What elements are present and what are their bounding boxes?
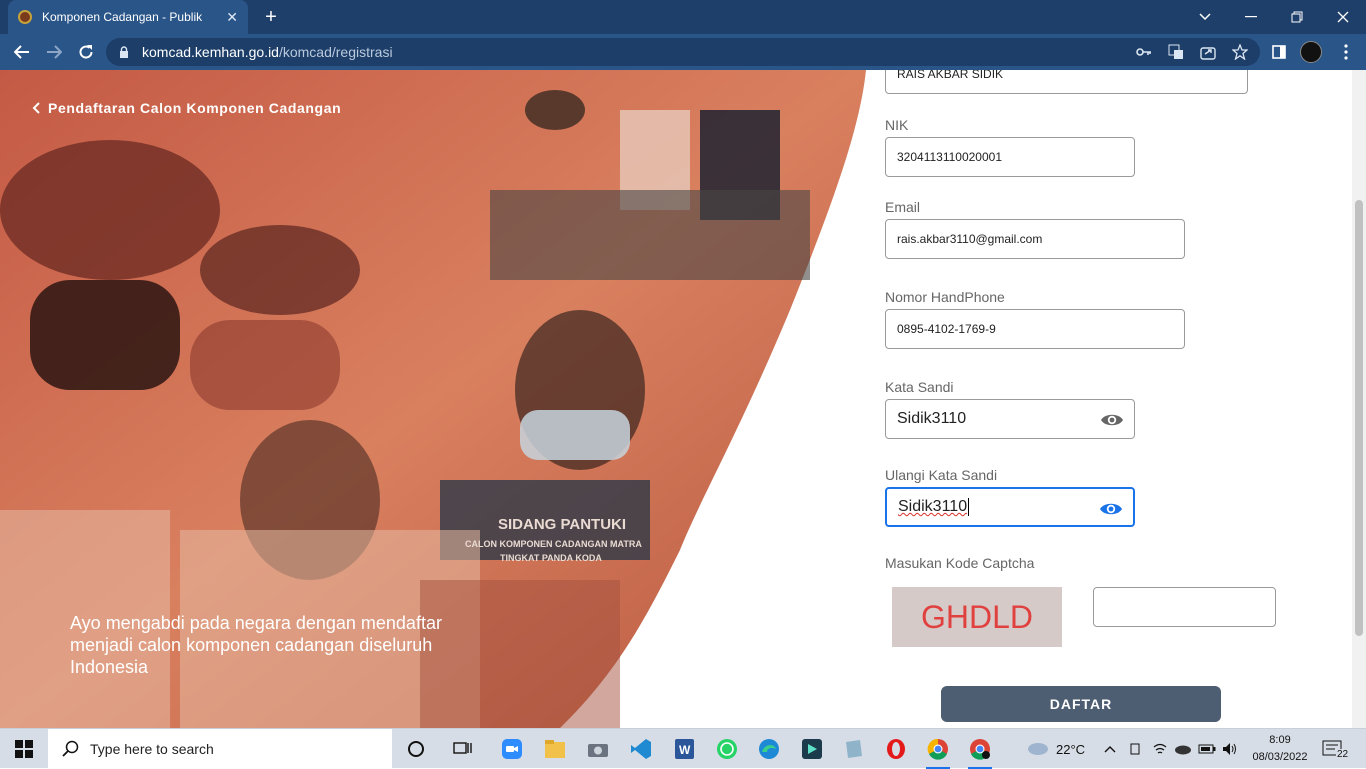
lock-icon [120, 46, 128, 58]
translate-icon[interactable] [1165, 41, 1187, 63]
minimize-button[interactable] [1228, 0, 1274, 34]
battery-icon[interactable] [1198, 729, 1216, 769]
nik-label: NIK [885, 117, 909, 133]
taskbar-search-box[interactable]: Type here to search [48, 729, 392, 769]
captcha-image: GHDLD [892, 587, 1062, 647]
weather-widget[interactable]: 22°C [1026, 729, 1085, 769]
menu-dots-icon[interactable] [1335, 41, 1357, 63]
system-clock[interactable]: 8:09 08/03/2022 [1250, 732, 1310, 766]
notification-center[interactable]: 22 [1322, 729, 1350, 769]
task-view-icon[interactable] [447, 733, 479, 765]
show-password-eye-icon[interactable] [1100, 410, 1124, 430]
hero-panel: SIDANG PANTUKI CALON KOMPONEN CADANGAN M… [0, 70, 880, 728]
password-label: Kata Sandi [885, 379, 954, 395]
url-host: komcad.kemhan.go.id [142, 44, 279, 60]
tab-title: Komponen Cadangan - Publik [42, 10, 203, 24]
clock-time: 8:09 [1269, 734, 1291, 746]
hero-tagline: Ayo mengabdi pada negara dengan mendafta… [70, 613, 442, 677]
text-caret [968, 498, 970, 516]
cortana-icon[interactable] [400, 733, 432, 765]
windows-taskbar: Type here to search W 22°C 8:09 08/03/20… [0, 728, 1366, 769]
notification-count: 22 [1336, 748, 1350, 760]
edge-icon[interactable] [753, 733, 785, 765]
tab-strip: Komponen Cadangan - Publik ✕ + [0, 0, 1366, 34]
browser-toolbar: komcad.kemhan.go.id/komcad/registrasi [0, 34, 1366, 70]
close-window-button[interactable] [1320, 0, 1366, 34]
back-link[interactable]: Pendaftaran Calon Komponen Cadangan [32, 100, 341, 116]
phone-label: Nomor HandPhone [885, 289, 1005, 305]
address-bar[interactable]: komcad.kemhan.go.id/komcad/registrasi [106, 38, 1260, 66]
show-confirm-password-eye-icon[interactable] [1099, 499, 1123, 519]
volume-icon[interactable] [1222, 729, 1238, 769]
share-icon[interactable] [1197, 41, 1219, 63]
confirm-password-label: Ulangi Kata Sandi [885, 467, 998, 483]
key-icon[interactable] [1133, 41, 1155, 63]
captcha-label: Masukan Kode Captcha [885, 555, 1035, 571]
windows-logo-icon [15, 740, 33, 758]
nik-value: 3204113110020001 [897, 150, 1002, 164]
zoom-app-icon[interactable] [496, 733, 528, 765]
onedrive-cloud-icon[interactable] [1174, 729, 1192, 769]
back-link-label: Pendaftaran Calon Komponen Cadangan [48, 100, 342, 116]
chrome-profile-icon[interactable] [964, 733, 996, 769]
daftar-button[interactable]: DAFTAR [941, 686, 1221, 722]
media-app-icon[interactable] [796, 733, 828, 765]
reload-button[interactable] [72, 38, 100, 66]
tab-search-chevron-icon[interactable] [1182, 0, 1228, 34]
email-value: rais.akbar3110@gmail.com [897, 232, 1043, 246]
tab-close-icon[interactable]: ✕ [226, 9, 238, 26]
browser-tab[interactable]: Komponen Cadangan - Publik ✕ [8, 0, 248, 34]
captcha-input[interactable] [1093, 587, 1276, 627]
full-name-field[interactable]: RAIS AKBAR SIDIK [885, 70, 1248, 94]
restore-button[interactable] [1274, 0, 1320, 34]
whatsapp-icon[interactable] [711, 733, 743, 765]
email-label: Email [885, 199, 921, 215]
opera-icon[interactable] [880, 733, 912, 765]
word-icon[interactable]: W [668, 733, 700, 765]
new-tab-button[interactable]: + [258, 4, 284, 30]
side-panel-icon[interactable] [1268, 41, 1290, 63]
search-icon [62, 740, 79, 757]
banner-text-2: CALON KOMPONEN CADANGAN MATRA [465, 539, 642, 549]
clock-date: 08/03/2022 [1252, 751, 1308, 763]
phone-field[interactable]: 0895-4102-1769-9 [885, 309, 1185, 349]
scrollbar-thumb[interactable] [1355, 200, 1363, 636]
chevron-left-icon [32, 102, 40, 114]
cloud-rain-icon [1028, 743, 1048, 755]
profile-avatar[interactable] [1300, 41, 1322, 63]
vscode-icon[interactable] [625, 733, 657, 765]
bookmark-star-icon[interactable] [1229, 41, 1251, 63]
start-button[interactable] [0, 729, 48, 769]
banner-text-3: TINGKAT PANDA KODA [500, 553, 602, 563]
notes-app-icon[interactable] [838, 733, 870, 765]
banner-text-1: SIDANG PANTUKI [498, 516, 626, 533]
site-favicon-icon [18, 10, 32, 24]
page-content: SIDANG PANTUKI CALON KOMPONEN CADANGAN M… [0, 70, 1366, 728]
nik-field[interactable]: 3204113110020001 [885, 137, 1135, 177]
full-name-value: RAIS AKBAR SIDIK [897, 70, 1004, 81]
wifi-icon[interactable] [1152, 729, 1168, 769]
forward-button[interactable] [40, 38, 68, 66]
chrome-icon[interactable] [922, 733, 954, 769]
file-explorer-icon[interactable] [539, 733, 571, 765]
camera-app-icon[interactable] [582, 733, 614, 765]
temperature-text: 22°C [1056, 741, 1086, 757]
svg-text:W: W [679, 743, 691, 757]
search-placeholder: Type here to search [90, 741, 214, 757]
page-scrollbar[interactable] [1352, 70, 1366, 728]
password-value: Sidik3110 [897, 410, 967, 427]
confirm-password-field[interactable]: Sidik3110 [885, 487, 1135, 527]
tray-overflow-chevron-icon[interactable] [1104, 729, 1116, 769]
email-field[interactable]: rais.akbar3110@gmail.com [885, 219, 1185, 259]
confirm-password-value: Sidik3110 [898, 498, 968, 515]
back-button[interactable] [8, 38, 36, 66]
password-field[interactable]: Sidik3110 [885, 399, 1135, 439]
usb-icon[interactable] [1128, 729, 1142, 769]
url-path: /komcad/registrasi [278, 44, 393, 60]
phone-value: 0895-4102-1769-9 [897, 322, 996, 336]
